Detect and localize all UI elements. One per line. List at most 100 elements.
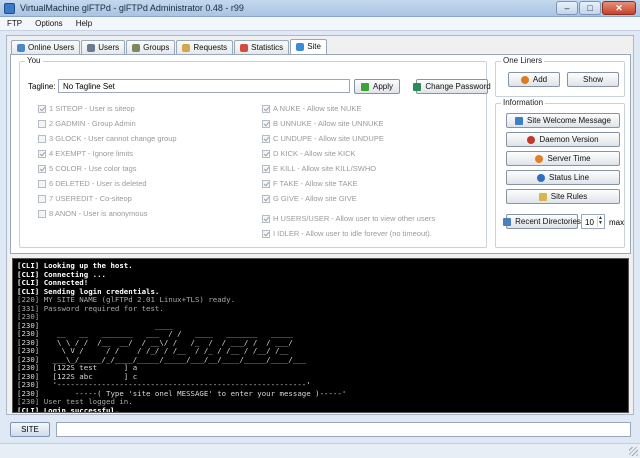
- you-group-title: You: [25, 56, 43, 65]
- tab-site[interactable]: Site: [290, 39, 327, 54]
- you-group: You Tagline: Apply Change Password 1 SIT…: [19, 56, 491, 248]
- flag-useredit[interactable]: 7 USEREDIT - Co-siteop: [38, 194, 132, 203]
- flag-users[interactable]: H USERS/USER - Allow user to view other …: [262, 214, 435, 223]
- max-label: max: [609, 218, 625, 227]
- menu-ftp[interactable]: FTP: [0, 17, 28, 30]
- tab-groups[interactable]: Groups: [126, 40, 176, 54]
- daemon-icon: [527, 135, 536, 144]
- flag-deleted[interactable]: 6 DELETED - User is deleted: [38, 179, 147, 188]
- rules-icon: [538, 192, 547, 201]
- tab-online-users[interactable]: Online Users: [11, 40, 81, 54]
- checkbox-checked-icon: [38, 149, 46, 158]
- flag-nuke[interactable]: A NUKE - Allow site NUKE: [262, 104, 361, 113]
- server-time-button[interactable]: Server Time: [506, 151, 620, 166]
- status-line-button[interactable]: Status Line: [506, 170, 620, 185]
- button-label: Site Rules: [550, 192, 588, 201]
- site-rules-button[interactable]: Site Rules: [506, 189, 620, 204]
- checkbox-icon: [38, 119, 46, 128]
- site-command-button[interactable]: SITE: [10, 422, 50, 437]
- tagline-input[interactable]: [58, 79, 350, 93]
- flag-anon[interactable]: 8 ANON - User is anonymous: [38, 209, 147, 218]
- flag-label: D KICK - Allow site KICK: [273, 149, 356, 158]
- flag-glock[interactable]: 3 GLOCK - User cannot change group: [38, 134, 177, 143]
- apply-button[interactable]: Apply: [354, 79, 400, 94]
- add-icon: [520, 75, 529, 84]
- recent-label: Recent Directories: [515, 217, 581, 226]
- users-icon: [87, 44, 96, 52]
- tab-label: Online Users: [28, 43, 75, 52]
- command-bar: SITE: [6, 420, 634, 440]
- flag-label: E KILL - Allow site KILL/SWHO: [273, 164, 377, 173]
- button-label: Site Welcome Message: [527, 116, 611, 125]
- console-line: [CLI] Login successful.: [17, 405, 120, 413]
- recent-count-stepper[interactable]: 10 ▲ ▼: [581, 214, 605, 229]
- checkbox-checked-icon: [262, 104, 270, 113]
- add-one-liner-button[interactable]: Add: [508, 72, 560, 87]
- change-password-button[interactable]: Change Password: [413, 79, 491, 94]
- checkbox-checked-icon: [262, 149, 270, 158]
- info-icon: [536, 173, 545, 182]
- tab-label: Site: [307, 42, 321, 51]
- online-users-icon: [17, 44, 25, 52]
- recent-directories-button[interactable]: Recent Directories: [503, 214, 581, 229]
- button-label: Daemon Version: [539, 135, 599, 144]
- flag-siteop[interactable]: 1 SITEOP - User is siteop: [38, 104, 135, 113]
- flag-idler[interactable]: I IDLER - Allow user to idle forever (no…: [262, 229, 432, 238]
- console-line: [CLI] Connecting ...: [17, 269, 106, 279]
- flag-exempt[interactable]: 4 EXEMPT - Ignore limits: [38, 149, 133, 158]
- tab-statistics[interactable]: Statistics: [234, 40, 290, 54]
- show-one-liners-button[interactable]: Show: [567, 72, 619, 87]
- groups-icon: [132, 44, 141, 52]
- daemon-version-button[interactable]: Daemon Version: [506, 132, 620, 147]
- checkbox-icon: [38, 194, 46, 203]
- add-label: Add: [532, 75, 548, 84]
- checkbox-checked-icon: [262, 134, 270, 143]
- one-liners-title: One Liners: [501, 56, 545, 65]
- minimize-button[interactable]: –: [556, 1, 578, 15]
- flag-gadmin[interactable]: 2 GADMIN - Group Admin: [38, 119, 136, 128]
- menu-options[interactable]: Options: [28, 17, 69, 30]
- flag-color[interactable]: 5 COLOR - Use color tags: [38, 164, 137, 173]
- checkbox-icon: [38, 179, 46, 188]
- flag-label: G GIVE - Allow site GIVE: [273, 194, 357, 203]
- flag-unnuke[interactable]: B UNNUKE - Allow site UNNUKE: [262, 119, 383, 128]
- recent-count-value: 10: [585, 218, 594, 227]
- clock-icon: [535, 154, 544, 163]
- menu-bar: FTP Options Help: [0, 17, 640, 31]
- flag-undupe[interactable]: C UNDUPE - Allow site UNDUPE: [262, 134, 384, 143]
- close-button[interactable]: ✕: [602, 1, 636, 15]
- title-bar: VirtualMachine glFTPd - glFTPd Administr…: [0, 0, 640, 17]
- command-input[interactable]: [56, 422, 631, 437]
- site-welcome-message-button[interactable]: Site Welcome Message: [506, 113, 620, 128]
- flag-label: 3 GLOCK - User cannot change group: [49, 134, 177, 143]
- checkbox-checked-icon: [262, 229, 270, 238]
- flag-give[interactable]: G GIVE - Allow site GIVE: [262, 194, 357, 203]
- flag-take[interactable]: F TAKE - Allow site TAKE: [262, 179, 357, 188]
- flag-label: 6 DELETED - User is deleted: [49, 179, 147, 188]
- apply-label: Apply: [372, 82, 393, 91]
- menu-help[interactable]: Help: [69, 17, 98, 30]
- tab-label: Requests: [193, 43, 228, 52]
- console-output[interactable]: [CLI] Looking up the host. [CLI] Connecti…: [12, 258, 629, 413]
- spin-arrows-icon[interactable]: ▲ ▼: [597, 216, 603, 227]
- console-line: [331] Password required for test.: [17, 303, 164, 313]
- tab-bar: Online Users Users Groups Requests Stati…: [11, 39, 327, 54]
- flag-kick[interactable]: D KICK - Allow site KICK: [262, 149, 356, 158]
- checkbox-icon: [38, 134, 46, 143]
- tab-requests[interactable]: Requests: [176, 40, 234, 54]
- flag-label: B UNNUKE - Allow site UNNUKE: [273, 119, 384, 128]
- tab-label: Statistics: [251, 43, 284, 52]
- flag-kill[interactable]: E KILL - Allow site KILL/SWHO: [262, 164, 376, 173]
- information-title: Information: [501, 98, 546, 107]
- tab-users[interactable]: Users: [81, 40, 126, 54]
- checkbox-icon: [38, 209, 46, 218]
- resize-grip-icon[interactable]: [629, 447, 638, 456]
- window-title: VirtualMachine glFTPd - glFTPd Administr…: [20, 3, 244, 13]
- site-icon: [296, 43, 305, 51]
- checkbox-checked-icon: [262, 214, 270, 223]
- folder-icon: [503, 217, 512, 226]
- requests-icon: [182, 44, 191, 52]
- tagline-label: Tagline:: [28, 82, 56, 91]
- show-label: Show: [582, 75, 603, 84]
- maximize-button[interactable]: □: [579, 1, 601, 15]
